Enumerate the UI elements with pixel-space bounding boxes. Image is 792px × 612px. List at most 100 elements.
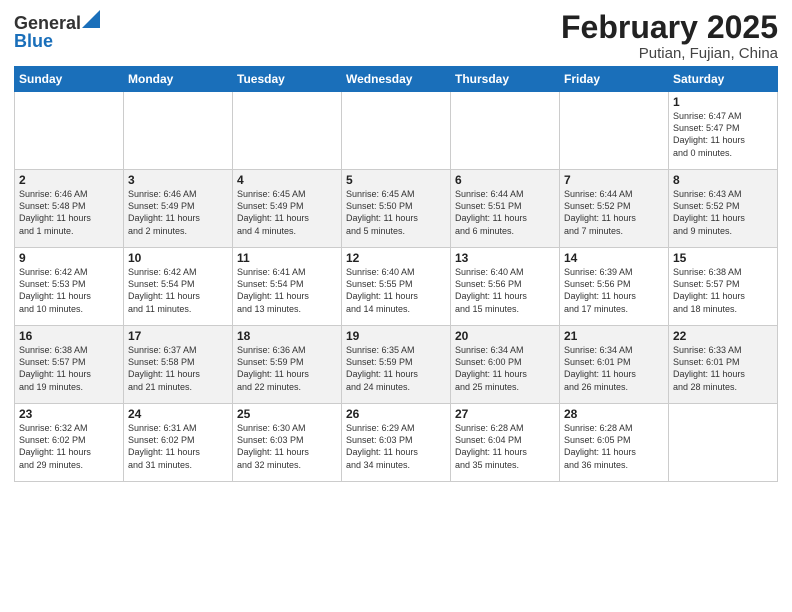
day-info: Sunrise: 6:39 AM Sunset: 5:56 PM Dayligh…: [564, 266, 664, 315]
calendar-cell: 16Sunrise: 6:38 AM Sunset: 5:57 PM Dayli…: [15, 326, 124, 404]
day-number: 19: [346, 329, 446, 343]
day-number: 25: [237, 407, 337, 421]
logo-general: General: [14, 14, 81, 32]
calendar-cell: 25Sunrise: 6:30 AM Sunset: 6:03 PM Dayli…: [233, 404, 342, 482]
logo-icon: [82, 10, 100, 28]
calendar-cell: 5Sunrise: 6:45 AM Sunset: 5:50 PM Daylig…: [342, 170, 451, 248]
day-info: Sunrise: 6:38 AM Sunset: 5:57 PM Dayligh…: [673, 266, 773, 315]
day-number: 23: [19, 407, 119, 421]
calendar-cell: 24Sunrise: 6:31 AM Sunset: 6:02 PM Dayli…: [124, 404, 233, 482]
calendar-cell: [451, 92, 560, 170]
day-info: Sunrise: 6:45 AM Sunset: 5:50 PM Dayligh…: [346, 188, 446, 237]
calendar-cell: 22Sunrise: 6:33 AM Sunset: 6:01 PM Dayli…: [669, 326, 778, 404]
day-number: 15: [673, 251, 773, 265]
day-info: Sunrise: 6:46 AM Sunset: 5:48 PM Dayligh…: [19, 188, 119, 237]
day-number: 21: [564, 329, 664, 343]
day-number: 27: [455, 407, 555, 421]
day-number: 5: [346, 173, 446, 187]
calendar-cell: 12Sunrise: 6:40 AM Sunset: 5:55 PM Dayli…: [342, 248, 451, 326]
day-info: Sunrise: 6:44 AM Sunset: 5:51 PM Dayligh…: [455, 188, 555, 237]
day-info: Sunrise: 6:29 AM Sunset: 6:03 PM Dayligh…: [346, 422, 446, 471]
calendar-cell: 18Sunrise: 6:36 AM Sunset: 5:59 PM Dayli…: [233, 326, 342, 404]
page-container: General Blue February 2025 Putian, Fujia…: [0, 0, 792, 488]
day-info: Sunrise: 6:28 AM Sunset: 6:05 PM Dayligh…: [564, 422, 664, 471]
calendar-cell: 21Sunrise: 6:34 AM Sunset: 6:01 PM Dayli…: [560, 326, 669, 404]
calendar-table: Sunday Monday Tuesday Wednesday Thursday…: [14, 66, 778, 482]
calendar-cell: [233, 92, 342, 170]
day-number: 16: [19, 329, 119, 343]
day-number: 12: [346, 251, 446, 265]
calendar-week-1: 1Sunrise: 6:47 AM Sunset: 5:47 PM Daylig…: [15, 92, 778, 170]
logo: General Blue: [14, 14, 100, 52]
calendar-week-2: 2Sunrise: 6:46 AM Sunset: 5:48 PM Daylig…: [15, 170, 778, 248]
day-info: Sunrise: 6:28 AM Sunset: 6:04 PM Dayligh…: [455, 422, 555, 471]
header: General Blue February 2025 Putian, Fujia…: [14, 10, 778, 62]
day-number: 1: [673, 95, 773, 109]
day-number: 3: [128, 173, 228, 187]
calendar-cell: 23Sunrise: 6:32 AM Sunset: 6:02 PM Dayli…: [15, 404, 124, 482]
calendar-cell: 20Sunrise: 6:34 AM Sunset: 6:00 PM Dayli…: [451, 326, 560, 404]
calendar-cell: [124, 92, 233, 170]
calendar-cell: 28Sunrise: 6:28 AM Sunset: 6:05 PM Dayli…: [560, 404, 669, 482]
calendar-cell: 15Sunrise: 6:38 AM Sunset: 5:57 PM Dayli…: [669, 248, 778, 326]
calendar-cell: 19Sunrise: 6:35 AM Sunset: 5:59 PM Dayli…: [342, 326, 451, 404]
day-info: Sunrise: 6:43 AM Sunset: 5:52 PM Dayligh…: [673, 188, 773, 237]
calendar-cell: 13Sunrise: 6:40 AM Sunset: 5:56 PM Dayli…: [451, 248, 560, 326]
calendar-cell: [669, 404, 778, 482]
calendar-week-4: 16Sunrise: 6:38 AM Sunset: 5:57 PM Dayli…: [15, 326, 778, 404]
calendar-cell: 10Sunrise: 6:42 AM Sunset: 5:54 PM Dayli…: [124, 248, 233, 326]
col-sunday: Sunday: [15, 67, 124, 92]
calendar-cell: 26Sunrise: 6:29 AM Sunset: 6:03 PM Dayli…: [342, 404, 451, 482]
calendar-cell: 8Sunrise: 6:43 AM Sunset: 5:52 PM Daylig…: [669, 170, 778, 248]
day-number: 2: [19, 173, 119, 187]
day-info: Sunrise: 6:42 AM Sunset: 5:53 PM Dayligh…: [19, 266, 119, 315]
col-monday: Monday: [124, 67, 233, 92]
calendar-cell: 14Sunrise: 6:39 AM Sunset: 5:56 PM Dayli…: [560, 248, 669, 326]
col-wednesday: Wednesday: [342, 67, 451, 92]
calendar-subtitle: Putian, Fujian, China: [561, 45, 778, 62]
day-info: Sunrise: 6:34 AM Sunset: 6:00 PM Dayligh…: [455, 344, 555, 393]
calendar-body: 1Sunrise: 6:47 AM Sunset: 5:47 PM Daylig…: [15, 92, 778, 482]
col-thursday: Thursday: [451, 67, 560, 92]
calendar-cell: [560, 92, 669, 170]
calendar-title: February 2025: [561, 10, 778, 45]
calendar-cell: 4Sunrise: 6:45 AM Sunset: 5:49 PM Daylig…: [233, 170, 342, 248]
day-number: 17: [128, 329, 228, 343]
day-info: Sunrise: 6:44 AM Sunset: 5:52 PM Dayligh…: [564, 188, 664, 237]
day-info: Sunrise: 6:40 AM Sunset: 5:56 PM Dayligh…: [455, 266, 555, 315]
day-number: 7: [564, 173, 664, 187]
day-info: Sunrise: 6:33 AM Sunset: 6:01 PM Dayligh…: [673, 344, 773, 393]
day-number: 20: [455, 329, 555, 343]
calendar-cell: 7Sunrise: 6:44 AM Sunset: 5:52 PM Daylig…: [560, 170, 669, 248]
header-row: Sunday Monday Tuesday Wednesday Thursday…: [15, 67, 778, 92]
day-info: Sunrise: 6:35 AM Sunset: 5:59 PM Dayligh…: [346, 344, 446, 393]
day-info: Sunrise: 6:36 AM Sunset: 5:59 PM Dayligh…: [237, 344, 337, 393]
day-info: Sunrise: 6:40 AM Sunset: 5:55 PM Dayligh…: [346, 266, 446, 315]
day-number: 24: [128, 407, 228, 421]
day-info: Sunrise: 6:37 AM Sunset: 5:58 PM Dayligh…: [128, 344, 228, 393]
calendar-cell: 1Sunrise: 6:47 AM Sunset: 5:47 PM Daylig…: [669, 92, 778, 170]
calendar-cell: 2Sunrise: 6:46 AM Sunset: 5:48 PM Daylig…: [15, 170, 124, 248]
day-number: 26: [346, 407, 446, 421]
day-number: 18: [237, 329, 337, 343]
day-number: 28: [564, 407, 664, 421]
day-info: Sunrise: 6:32 AM Sunset: 6:02 PM Dayligh…: [19, 422, 119, 471]
day-info: Sunrise: 6:41 AM Sunset: 5:54 PM Dayligh…: [237, 266, 337, 315]
calendar-cell: 6Sunrise: 6:44 AM Sunset: 5:51 PM Daylig…: [451, 170, 560, 248]
day-info: Sunrise: 6:30 AM Sunset: 6:03 PM Dayligh…: [237, 422, 337, 471]
day-info: Sunrise: 6:34 AM Sunset: 6:01 PM Dayligh…: [564, 344, 664, 393]
col-friday: Friday: [560, 67, 669, 92]
title-block: February 2025 Putian, Fujian, China: [561, 10, 778, 62]
calendar-week-5: 23Sunrise: 6:32 AM Sunset: 6:02 PM Dayli…: [15, 404, 778, 482]
col-tuesday: Tuesday: [233, 67, 342, 92]
day-number: 4: [237, 173, 337, 187]
calendar-week-3: 9Sunrise: 6:42 AM Sunset: 5:53 PM Daylig…: [15, 248, 778, 326]
day-number: 22: [673, 329, 773, 343]
calendar-cell: 9Sunrise: 6:42 AM Sunset: 5:53 PM Daylig…: [15, 248, 124, 326]
day-number: 8: [673, 173, 773, 187]
calendar-cell: 27Sunrise: 6:28 AM Sunset: 6:04 PM Dayli…: [451, 404, 560, 482]
col-saturday: Saturday: [669, 67, 778, 92]
calendar-cell: [342, 92, 451, 170]
day-info: Sunrise: 6:47 AM Sunset: 5:47 PM Dayligh…: [673, 110, 773, 159]
day-info: Sunrise: 6:31 AM Sunset: 6:02 PM Dayligh…: [128, 422, 228, 471]
